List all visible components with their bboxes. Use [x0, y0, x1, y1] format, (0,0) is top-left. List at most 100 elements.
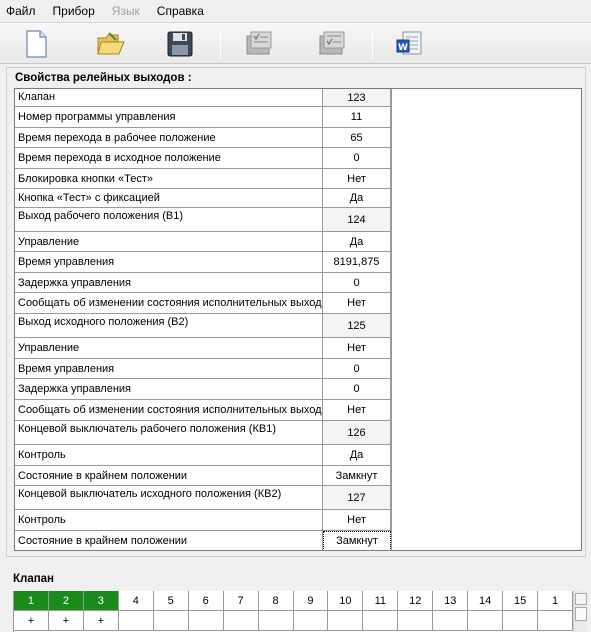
new-document-button[interactable]	[18, 28, 54, 60]
property-name: Номер программы управления	[15, 107, 323, 128]
property-row[interactable]: Контроль Да	[15, 445, 399, 466]
channel-header-cell[interactable]: 4	[118, 591, 154, 611]
property-value[interactable]: 0	[323, 359, 391, 379]
property-value[interactable]: 126	[323, 421, 391, 445]
property-value[interactable]: 0	[323, 148, 391, 169]
property-row[interactable]: Задержка управления 0	[15, 379, 399, 400]
property-value[interactable]: 8191,875	[323, 252, 391, 273]
property-group-row[interactable]: Выход рабочего положения (В1) 124	[15, 208, 399, 232]
property-value[interactable]: Нет	[323, 510, 391, 531]
channel-header-cell[interactable]: 9	[293, 591, 329, 611]
property-name: Управление	[15, 338, 323, 359]
channel-header-cell[interactable]: 2	[48, 591, 84, 611]
property-value[interactable]: Замкнут	[323, 466, 391, 486]
property-value[interactable]: Да	[323, 189, 391, 208]
relay-properties-panel: Свойства релейных выходов : Клапан 123 Ном…	[6, 67, 586, 557]
menu-item[interactable]: Справка	[157, 4, 204, 18]
property-value[interactable]: 65	[323, 128, 391, 148]
word-export-icon: W	[396, 31, 422, 55]
channel-grid[interactable]: 1 2 3 4 5 6 7 8 9 10 11 12 13 14 15 1 + + +	[13, 591, 573, 632]
open-folder-icon	[97, 32, 125, 55]
channel-header-cell[interactable]: 13	[433, 591, 469, 611]
property-row[interactable]: Управление Нет	[15, 338, 399, 359]
property-value[interactable]: Да	[323, 232, 391, 252]
property-group-row[interactable]: Концевой выключатель исходного положения…	[15, 486, 399, 510]
property-row[interactable]: Время перехода в рабочее положение 65	[15, 128, 399, 148]
new-document-icon	[26, 30, 47, 58]
property-row[interactable]: Состояние в крайнем положении Замкнут	[15, 531, 399, 550]
property-row[interactable]: Сообщать об изменении состояния исполнит…	[15, 293, 399, 314]
property-row[interactable]: Состояние в крайнем положении Замкнут	[15, 466, 399, 486]
save-button[interactable]	[162, 28, 198, 60]
channel-header-cell[interactable]: 1	[14, 591, 49, 611]
menu-item[interactable]: Язык	[112, 4, 140, 18]
property-group-row[interactable]: Выход исходного положения (В2) 125	[15, 314, 399, 338]
menu-item[interactable]: Прибор	[53, 4, 95, 18]
channel-mark-cell[interactable]	[153, 611, 189, 631]
property-value[interactable]: 123	[323, 89, 391, 107]
property-value[interactable]: Да	[323, 445, 391, 466]
property-value[interactable]: Нет	[323, 400, 391, 421]
channel-header-cell[interactable]: 8	[258, 591, 294, 611]
property-value[interactable]: 11	[323, 107, 391, 128]
property-grid[interactable]: Клапан 123 Номер программы управления 11 Вре…	[14, 88, 582, 551]
open-button[interactable]	[93, 28, 129, 60]
property-name: Контроль	[15, 510, 323, 531]
property-row[interactable]: Номер программы управления 11	[15, 107, 399, 128]
channel-mark-cell[interactable]	[503, 611, 539, 631]
scroll-up-arrow[interactable]	[575, 593, 587, 605]
channel-header-cell[interactable]: 3	[83, 591, 119, 611]
copy-button[interactable]	[240, 28, 276, 60]
channel-header-cell[interactable]: 10	[328, 591, 364, 611]
property-row[interactable]: Время перехода в исходное положение 0	[15, 148, 399, 169]
channel-header-cell[interactable]: 1	[538, 591, 573, 611]
property-name: Управление	[15, 232, 323, 252]
export-word-button[interactable]: W	[392, 28, 428, 60]
property-group-row[interactable]: Концевой выключатель рабочего положения …	[15, 421, 399, 445]
channel-grid-scrollbar[interactable]	[573, 591, 587, 632]
paste-button[interactable]	[313, 28, 349, 60]
channel-mark-cell[interactable]	[468, 611, 504, 631]
scroll-thumb[interactable]	[575, 607, 587, 621]
channel-mark-cell[interactable]	[188, 611, 224, 631]
channel-mark-cell[interactable]: +	[48, 611, 84, 631]
property-value[interactable]: Нет	[323, 169, 391, 189]
channel-mark-cell[interactable]	[328, 611, 364, 631]
property-value[interactable]: Нет	[323, 338, 391, 359]
channel-header-cell[interactable]: 5	[153, 591, 189, 611]
property-value[interactable]: Нет	[323, 293, 391, 314]
channel-mark-cell[interactable]	[363, 611, 399, 631]
channel-header-cell[interactable]: 7	[223, 591, 259, 611]
property-row[interactable]: Управление Да	[15, 232, 399, 252]
property-row[interactable]: Контроль Нет	[15, 510, 399, 531]
channel-mark-cell[interactable]	[398, 611, 434, 631]
channel-mark-cell[interactable]	[223, 611, 259, 631]
menu-item[interactable]: Файл	[6, 4, 36, 18]
property-value[interactable]: Замкнут	[323, 531, 391, 550]
property-value[interactable]: 127	[323, 486, 391, 510]
channel-header-cell[interactable]: 15	[503, 591, 539, 611]
channel-mark-cell[interactable]	[538, 611, 573, 631]
channel-mark-cell[interactable]	[293, 611, 329, 631]
channel-mark-cell[interactable]: +	[83, 611, 119, 631]
channel-header-cell[interactable]: 12	[398, 591, 434, 611]
property-row[interactable]: Блокировка кнопки «Тест» Нет	[15, 169, 399, 189]
channel-header-cell[interactable]: 11	[363, 591, 399, 611]
property-value[interactable]: 0	[323, 379, 391, 400]
property-row[interactable]: Кнопка «Тест» с фиксацией Да	[15, 189, 399, 208]
channel-mark-cell[interactable]	[118, 611, 154, 631]
channel-header-cell[interactable]: 6	[188, 591, 224, 611]
property-value[interactable]: 124	[323, 208, 391, 232]
property-group-row[interactable]: Клапан 123	[15, 89, 399, 107]
property-row[interactable]: Время управления 8191,875	[15, 252, 399, 273]
property-row[interactable]: Задержка управления 0	[15, 273, 399, 293]
channel-mark-cell[interactable]	[258, 611, 294, 631]
property-value[interactable]: 0	[323, 273, 391, 293]
property-row[interactable]: Сообщать об изменении состояния исполнит…	[15, 400, 399, 421]
property-row[interactable]: Время управления 0	[15, 359, 399, 379]
property-name: Сообщать об изменении состояния исполнит…	[15, 293, 323, 314]
property-value[interactable]: 125	[323, 314, 391, 338]
channel-header-cell[interactable]: 14	[468, 591, 504, 611]
channel-mark-cell[interactable]	[433, 611, 469, 631]
channel-mark-cell[interactable]: +	[14, 611, 49, 631]
